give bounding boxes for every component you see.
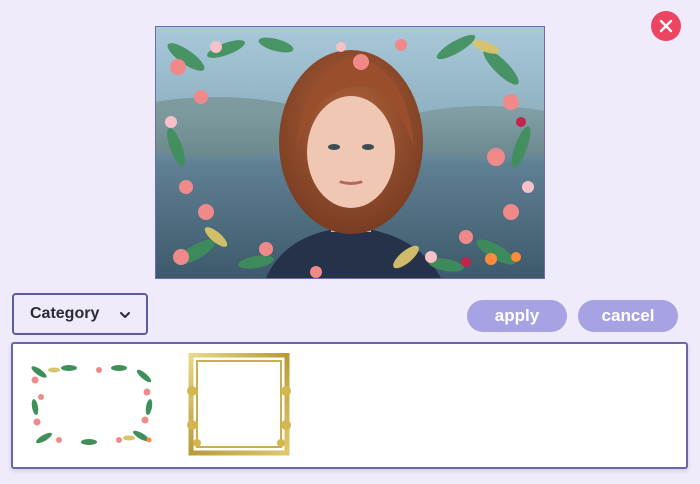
chevron-down-icon xyxy=(120,312,130,318)
close-button[interactable] xyxy=(651,11,681,41)
framed-photo xyxy=(156,27,544,278)
close-icon xyxy=(659,19,673,33)
gold-frame-thumbnail xyxy=(187,352,291,456)
photo-preview xyxy=(155,26,545,279)
category-select[interactable]: Category xyxy=(12,293,148,335)
category-select-label: Category xyxy=(30,305,100,322)
apply-button[interactable]: apply xyxy=(467,300,567,332)
frame-thumbnail-floral[interactable] xyxy=(29,362,155,446)
frame-editor-dialog: Category apply cancel xyxy=(0,0,700,484)
floral-frame-thumbnail xyxy=(29,362,155,446)
frame-list xyxy=(11,342,688,469)
cancel-button[interactable]: cancel xyxy=(578,300,678,332)
frame-thumbnail-gold[interactable] xyxy=(183,352,295,457)
